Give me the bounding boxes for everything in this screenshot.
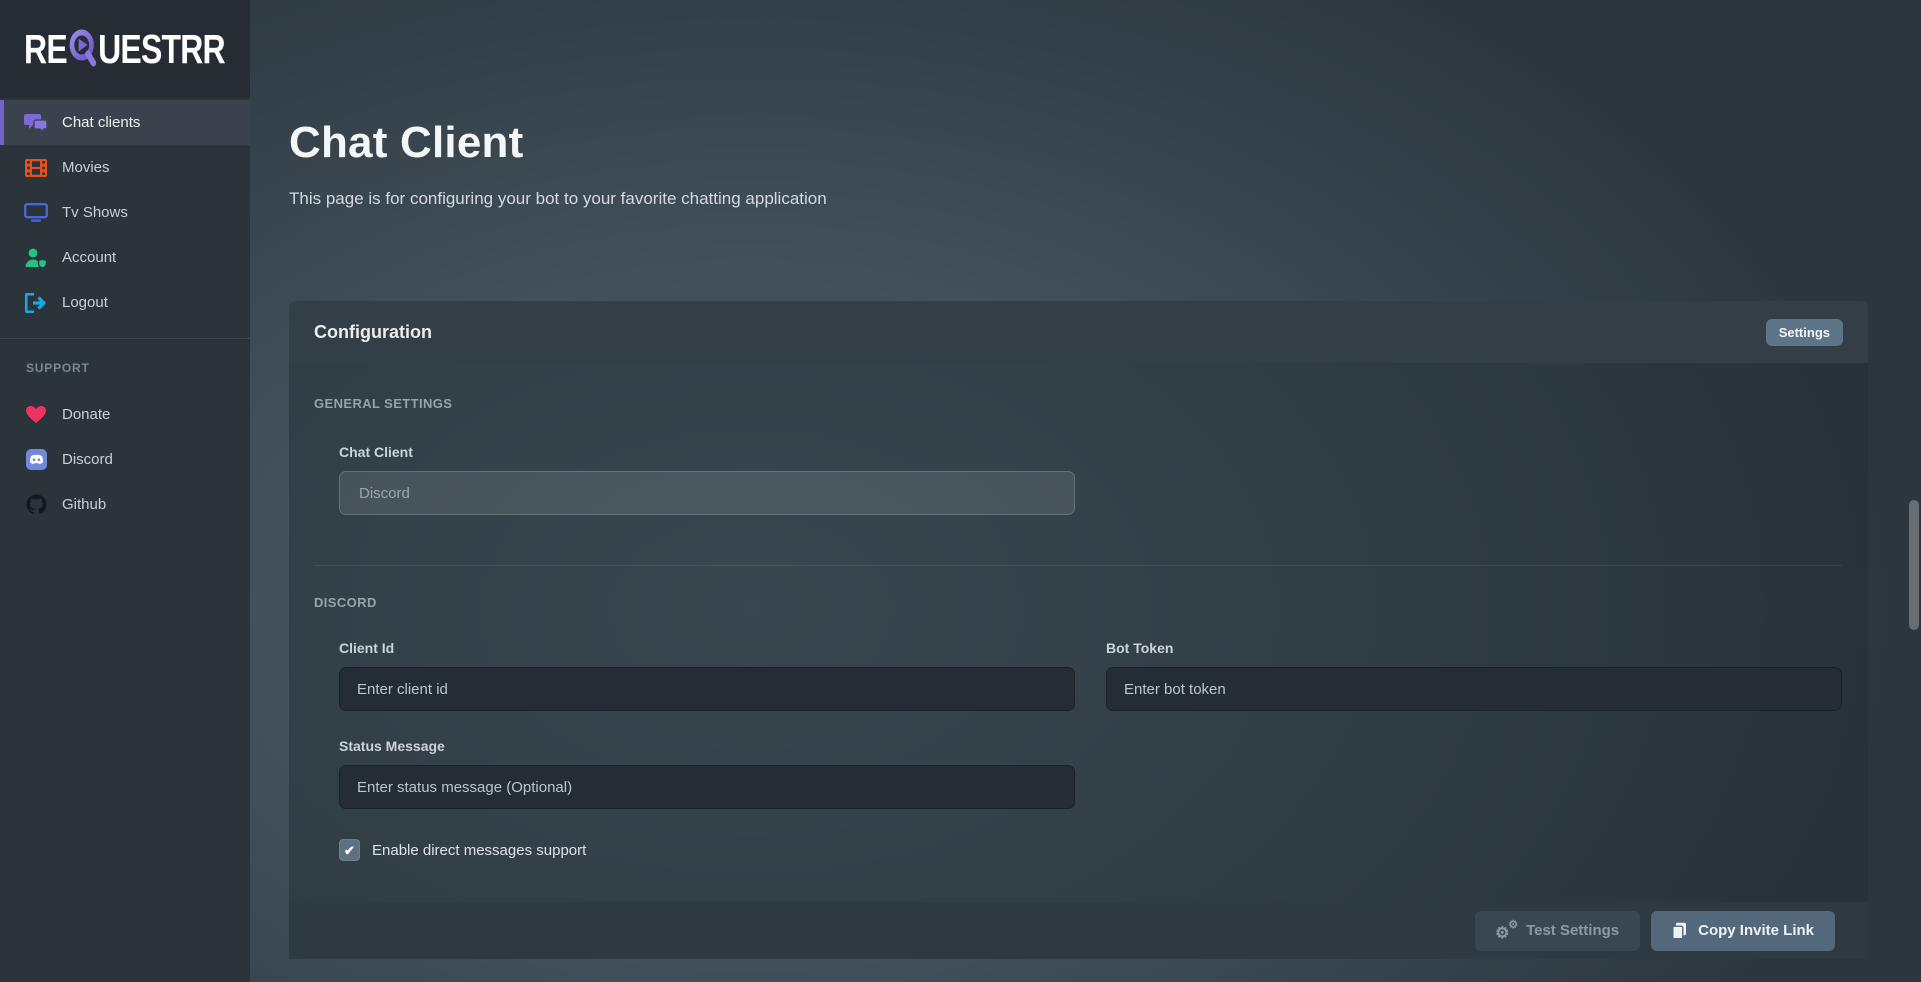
sidebar-item-label: Discord xyxy=(62,451,113,468)
discord-heading: DISCORD xyxy=(314,595,1842,610)
sidebar-item-label: Account xyxy=(62,249,116,266)
brand-text-post: UESTRR xyxy=(98,26,225,73)
configuration-card: Configuration Settings GENERAL SETTINGS … xyxy=(289,301,1868,959)
dm-support-row: ✔ Enable direct messages support xyxy=(339,839,1075,902)
check-icon: ✔ xyxy=(344,844,355,857)
client-id-input[interactable] xyxy=(339,667,1075,711)
gears-icon: ⚙⚙ xyxy=(1496,922,1516,940)
sidebar-item-donate[interactable]: Donate xyxy=(0,392,250,437)
discord-icon xyxy=(23,449,49,471)
main-content: Chat Client This page is for configuring… xyxy=(250,0,1921,982)
sign-out-icon xyxy=(23,292,49,314)
sidebar-item-account[interactable]: Account xyxy=(0,235,250,280)
settings-button[interactable]: Settings xyxy=(1766,319,1843,346)
test-settings-label: Test Settings xyxy=(1526,922,1619,939)
requestrr-app: RE UESTRR xyxy=(0,0,1921,982)
sidebar-item-label: Logout xyxy=(62,294,108,311)
bot-token-field: Bot Token xyxy=(1106,640,1842,711)
sidebar-item-movies[interactable]: Movies xyxy=(0,145,250,190)
sidebar-item-label: Tv Shows xyxy=(62,204,128,221)
client-id-field: Client Id xyxy=(339,640,1075,711)
general-settings-heading: GENERAL SETTINGS xyxy=(314,396,1842,411)
play-magnifier-icon xyxy=(68,28,98,70)
sidebar-item-discord[interactable]: Discord xyxy=(0,437,250,482)
configuration-card-header: Configuration Settings xyxy=(289,301,1868,363)
github-icon xyxy=(23,494,49,516)
sidebar: RE UESTRR xyxy=(0,0,250,982)
status-message-label: Status Message xyxy=(339,738,1075,754)
bot-token-input[interactable] xyxy=(1106,667,1842,711)
support-nav: Donate Discord xyxy=(0,392,250,527)
brand-wordmark: RE UESTRR xyxy=(24,26,225,73)
sidebar-item-github[interactable]: Github xyxy=(0,482,250,527)
user-shield-icon xyxy=(23,247,49,269)
chat-client-label: Chat Client xyxy=(339,444,1842,460)
configuration-card-body: GENERAL SETTINGS Chat Client Discord DIS… xyxy=(289,363,1868,902)
sidebar-divider xyxy=(0,338,250,339)
copy-invite-link-button[interactable]: Copy Invite Link xyxy=(1651,911,1835,951)
status-message-input[interactable] xyxy=(339,765,1075,809)
copy-invite-link-label: Copy Invite Link xyxy=(1698,922,1814,939)
support-heading: SUPPORT xyxy=(26,361,250,375)
dm-checkbox[interactable]: ✔ xyxy=(339,839,360,861)
tv-icon xyxy=(23,202,49,224)
sidebar-item-logout[interactable]: Logout xyxy=(0,280,250,325)
sidebar-item-chat-clients[interactable]: Chat clients xyxy=(0,100,250,145)
dm-checkbox-label: Enable direct messages support xyxy=(372,842,586,859)
test-settings-button[interactable]: ⚙⚙ Test Settings xyxy=(1475,911,1640,951)
sidebar-item-label: Chat clients xyxy=(62,114,140,131)
brand-text-pre: RE xyxy=(24,26,67,73)
bot-token-label: Bot Token xyxy=(1106,640,1842,656)
sidebar-item-label: Donate xyxy=(62,406,110,423)
card-title: Configuration xyxy=(314,322,432,343)
sidebar-item-label: Github xyxy=(62,496,106,513)
chat-client-select[interactable]: Discord xyxy=(339,471,1075,515)
vertical-scrollbar-thumb[interactable] xyxy=(1909,500,1919,630)
status-message-field: Status Message xyxy=(339,738,1075,809)
page-subtitle: This page is for configuring your bot to… xyxy=(289,189,1868,209)
main-nav: Chat clients Movies xyxy=(0,100,250,325)
configuration-card-footer: ⚙⚙ Test Settings Copy Invite Link xyxy=(289,902,1868,959)
page-title: Chat Client xyxy=(289,118,1868,168)
film-icon xyxy=(23,157,49,179)
general-settings-section: GENERAL SETTINGS Chat Client Discord xyxy=(314,363,1842,566)
heart-icon xyxy=(23,404,49,426)
copy-icon xyxy=(1672,922,1687,940)
sidebar-item-tv-shows[interactable]: Tv Shows xyxy=(0,190,250,235)
chat-bubbles-icon xyxy=(23,112,49,134)
brand-logo[interactable]: RE UESTRR xyxy=(0,0,250,98)
sidebar-item-label: Movies xyxy=(62,159,110,176)
discord-section: DISCORD Client Id Bot Token Status Messa… xyxy=(314,566,1842,902)
client-id-label: Client Id xyxy=(339,640,1075,656)
